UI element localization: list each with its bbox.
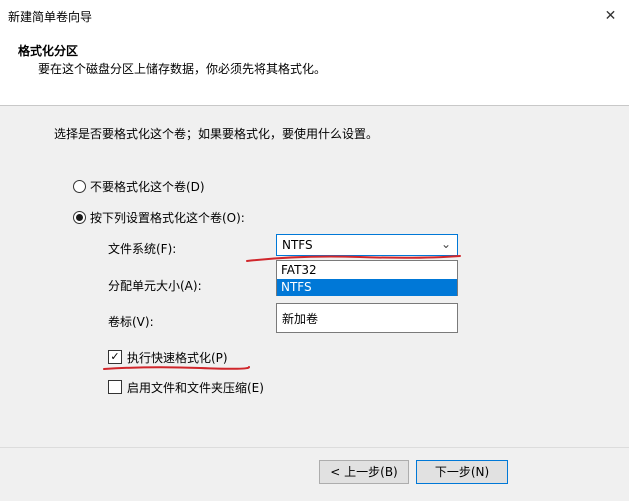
quick-format-checkbox[interactable]: ✓ (108, 350, 122, 364)
radio-no-format-label[interactable]: 不要格式化这个卷(D) (90, 178, 205, 195)
back-button[interactable]: < 上一步(B) (319, 460, 409, 484)
compression-checkbox[interactable] (108, 380, 122, 394)
volume-label-input[interactable]: 新加卷 (276, 303, 458, 333)
quick-format-label[interactable]: 执行快速格式化(P) (127, 349, 228, 366)
close-icon: ✕ (604, 8, 617, 24)
checkmark-icon: ✓ (110, 350, 120, 363)
page-subtitle: 要在这个磁盘分区上储存数据，你必须先将其格式化。 (38, 62, 327, 76)
file-system-value: NTFS (282, 238, 313, 252)
window-title: 新建简单卷向导 (8, 10, 93, 24)
volume-label-label: 卷标(V): (108, 315, 154, 329)
compression-label[interactable]: 启用文件和文件夹压缩(E) (127, 379, 264, 396)
file-system-label: 文件系统(F): (108, 242, 177, 256)
wizard-footer: < 上一步(B) 下一步(N) (0, 447, 629, 501)
file-system-select[interactable]: NTFS ⌄ (276, 234, 458, 256)
title-bar: 新建简单卷向导 ✕ (0, 0, 629, 32)
chevron-down-icon: ⌄ (440, 237, 451, 251)
radio-no-format[interactable] (73, 180, 86, 193)
file-system-dropdown: FAT32 NTFS (276, 260, 458, 296)
radio-format[interactable] (73, 211, 86, 224)
allocation-unit-label: 分配单元大小(A): (108, 279, 202, 293)
dropdown-option-fat32[interactable]: FAT32 (277, 262, 457, 279)
dropdown-option-ntfs[interactable]: NTFS (277, 279, 457, 296)
radio-format-label[interactable]: 按下列设置格式化这个卷(O): (90, 209, 245, 226)
wizard-header: 格式化分区 要在这个磁盘分区上储存数据，你必须先将其格式化。 (0, 32, 629, 106)
volume-label-value: 新加卷 (282, 312, 319, 326)
wizard-content: 选择是否要格式化这个卷；如果要格式化，要使用什么设置。 不要格式化这个卷(D) … (0, 106, 629, 446)
instruction-text: 选择是否要格式化这个卷；如果要格式化，要使用什么设置。 (54, 127, 379, 141)
page-title: 格式化分区 (18, 44, 79, 58)
next-button[interactable]: 下一步(N) (416, 460, 508, 484)
close-button[interactable]: ✕ (592, 0, 629, 32)
